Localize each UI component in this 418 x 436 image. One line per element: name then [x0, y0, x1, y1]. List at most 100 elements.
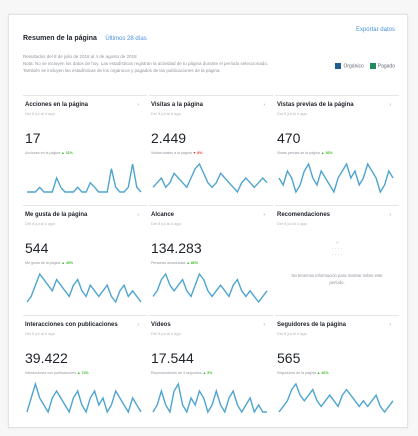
metric-comparison-label: Me gusta de la página: [25, 261, 61, 265]
metric-comparison-label: Visitas totales a la página: [151, 151, 192, 155]
metric-comparison-label: Personas alcanzadas: [151, 261, 186, 265]
sparkline-series: [278, 162, 394, 194]
metric-comparison: Acciones en la página ▲ 31%: [25, 151, 73, 155]
page-title: Resumen de la página: [23, 35, 97, 42]
chevron-right-icon[interactable]: ›: [389, 102, 391, 108]
metric-card[interactable]: Interacciones con publicaciones Del 8 jul…: [23, 315, 147, 423]
chevron-right-icon[interactable]: ›: [137, 322, 139, 328]
metric-change: ▲ 74%: [76, 371, 89, 375]
metric-title[interactable]: Visitas a la página: [151, 102, 203, 108]
sparkline-series: [152, 272, 268, 304]
metric-comparison-label: Acciones en la página: [25, 151, 61, 155]
metric-comparison-label: Vistas previas de la página: [277, 151, 320, 155]
metric-comparison: Reproducciones de 3 segundos ▲ 3%: [151, 371, 212, 375]
sparkline-chart: [278, 382, 394, 414]
organic-swatch: [335, 63, 342, 69]
metric-card[interactable]: Visitas a la página Del 8 jul al 4 ago › 2.…: [149, 95, 273, 203]
metric-card[interactable]: Vistas previas de la página Del 8 jul al …: [275, 95, 399, 203]
metric-change: ▲ 36%: [320, 151, 333, 155]
export-data-link[interactable]: Exportar datos: [356, 27, 395, 33]
sparkline-chart: [152, 382, 267, 414]
meta-line-2: Nota: No se incluyen los datos de hoy. L…: [23, 61, 269, 66]
metric-title[interactable]: Alcance: [151, 212, 174, 218]
metric-date-range: Del 8 jul al 4 ago: [25, 331, 55, 336]
legend-organic[interactable]: Orgánico: [335, 63, 364, 70]
summary-header: Resumen de la página Últimos 28 días Exp…: [23, 27, 395, 42]
sparkline-series: [26, 382, 142, 414]
metric-change: ▲ 3%: [202, 371, 213, 375]
metric-date-range: Del 8 jul al 4 ago: [151, 221, 181, 226]
page-summary-panel: Resumen de la página Últimos 28 días Exp…: [8, 14, 408, 428]
metric-date-range: Del 8 jul al 4 ago: [25, 111, 55, 116]
metric-change: ▼ 8%: [192, 151, 203, 155]
meta-line-3: También se incluyen las estadísticas de …: [23, 68, 221, 73]
paid-swatch: [369, 63, 376, 69]
metric-comparison: Seguidores de la página ▲ 46%: [277, 371, 329, 375]
metric-title[interactable]: Acciones en la página: [25, 102, 88, 108]
sparkline-series: [152, 162, 268, 194]
chevron-right-icon[interactable]: ›: [389, 322, 391, 328]
metric-change: ▲ 86%: [186, 261, 199, 265]
chevron-right-icon[interactable]: ›: [137, 102, 139, 108]
chevron-right-icon[interactable]: ›: [389, 212, 391, 218]
metric-comparison: Personas alcanzadas ▲ 86%: [151, 261, 198, 265]
metric-date-range: Del 8 jul al 4 ago: [277, 221, 307, 226]
chevron-right-icon[interactable]: ›: [137, 212, 139, 218]
metric-value: 470: [277, 130, 301, 146]
sparkline-series: [278, 382, 394, 414]
empty-chart-icon: ○ · · · · · · · ·: [331, 240, 343, 258]
sparkline-chart: [26, 382, 142, 414]
legend-paid[interactable]: Pagado: [369, 63, 395, 70]
chevron-right-icon[interactable]: ›: [263, 322, 265, 328]
metric-card[interactable]: Alcance Del 8 jul al 4 ago › 134.283 Persona…: [149, 205, 273, 313]
metric-change: ▲ 31%: [61, 151, 73, 155]
metric-comparison-label: Interacciones con publicaciones: [25, 371, 76, 375]
metric-card[interactable]: Seguidores de la página Del 8 jul al 4 ag…: [275, 315, 399, 423]
metric-change: ▲ 49%: [61, 261, 74, 265]
sparkline-series: [152, 382, 267, 414]
date-range-selector[interactable]: Últimos 28 días: [105, 36, 146, 42]
metric-date-range: Del 8 jul al 4 ago: [151, 111, 181, 116]
metric-date-range: Del 8 jul al 4 ago: [277, 111, 307, 116]
legend-paid-label: Pagado: [377, 63, 395, 70]
metric-title[interactable]: Me gusta de la página: [25, 212, 87, 218]
sparkline-series: [27, 163, 142, 193]
legend-organic-label: Orgánico: [343, 63, 364, 70]
metric-title[interactable]: Vistas previas de la página: [277, 102, 354, 108]
metric-date-range: Del 8 jul al 4 ago: [25, 221, 55, 226]
metric-card[interactable]: Vídeos Del 8 jul al 4 ago › 17.544 Reproducc…: [149, 315, 273, 423]
metric-card[interactable]: Me gusta de la página Del 8 jul al 4 ago ›…: [23, 205, 147, 313]
chevron-right-icon[interactable]: ›: [263, 102, 265, 108]
sparkline-chart: [27, 163, 142, 193]
metric-value: 544: [25, 240, 49, 256]
legend: Orgánico Pagado: [335, 63, 395, 69]
metric-card[interactable]: Recomendaciones Del 8 jul al 4 ago › ○ · · ·…: [275, 205, 399, 313]
metric-title[interactable]: Seguidores de la página: [277, 322, 346, 328]
metric-comparison-label: Seguidores de la página: [277, 371, 316, 375]
metric-value: 2.449: [151, 130, 187, 146]
sparkline-chart: [278, 162, 394, 194]
metric-title[interactable]: Recomendaciones: [277, 212, 330, 218]
metric-card[interactable]: Acciones en la página Del 8 jul al 4 ago ›…: [23, 95, 147, 203]
sparkline-chart: [152, 162, 268, 194]
metric-value: 17: [25, 130, 41, 146]
sparkline-chart: [152, 272, 268, 304]
empty-state-message: No tenemos información para mostrar sobr…: [291, 273, 383, 285]
sparkline-series: [26, 272, 142, 304]
chevron-right-icon[interactable]: ›: [263, 212, 265, 218]
metric-change: ▲ 46%: [316, 371, 329, 375]
metric-title[interactable]: Vídeos: [151, 322, 171, 328]
meta-line-1: Resultados del 8 de julio de 2018 al 4 d…: [23, 54, 137, 59]
metric-value: 134.283: [151, 240, 202, 256]
metric-date-range: Del 8 jul al 4 ago: [151, 331, 181, 336]
metric-comparison: Vistas previas de la página ▲ 36%: [277, 151, 333, 155]
metric-date-range: Del 8 jul al 4 ago: [277, 331, 307, 336]
summary-description: Resultados del 8 de julio de 2018 al 4 d…: [23, 53, 323, 74]
metric-value: 17.544: [151, 350, 194, 366]
metric-title[interactable]: Interacciones con publicaciones: [25, 322, 118, 328]
metric-value: 565: [277, 350, 301, 366]
sparkline-chart: [26, 272, 142, 304]
metric-value: 39.422: [25, 350, 68, 366]
metric-comparison: Me gusta de la página ▲ 49%: [25, 261, 73, 265]
metric-comparison-label: Reproducciones de 3 segundos: [151, 371, 202, 375]
